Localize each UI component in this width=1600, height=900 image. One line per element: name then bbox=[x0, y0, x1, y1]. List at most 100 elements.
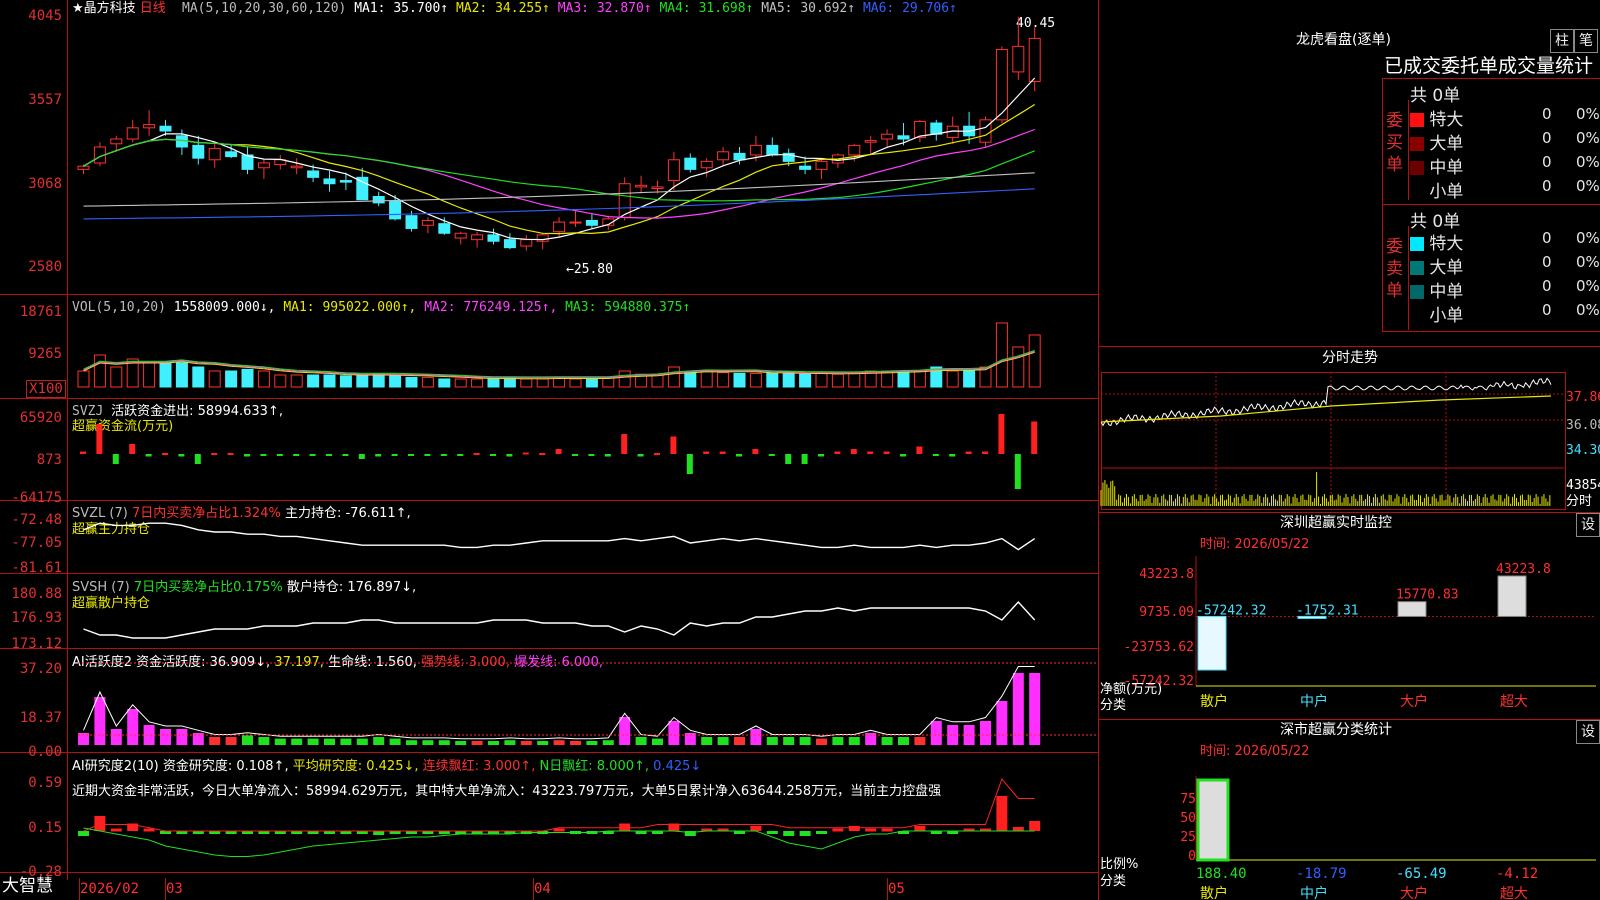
activity-bar bbox=[356, 738, 368, 745]
volume-bar bbox=[208, 370, 221, 388]
volume-bar bbox=[323, 374, 336, 388]
intraday-chart[interactable] bbox=[1100, 372, 1564, 508]
legend-swatch bbox=[1410, 285, 1424, 299]
candle-body bbox=[208, 148, 221, 161]
volume-bar bbox=[356, 374, 369, 388]
fund-flow-bar bbox=[244, 454, 250, 457]
activity-bar bbox=[127, 709, 139, 745]
legend-swatch bbox=[1410, 137, 1424, 151]
fund-flow-bar bbox=[736, 454, 742, 457]
volume-bar bbox=[815, 372, 828, 388]
fund-flow-bar bbox=[768, 454, 775, 456]
candle-body bbox=[307, 170, 320, 178]
volume-bar bbox=[372, 373, 385, 388]
order-stat-row: 特大 bbox=[1410, 229, 1463, 254]
class-tick: 50 bbox=[1180, 811, 1196, 826]
activity-bar bbox=[307, 738, 319, 745]
volume-bar bbox=[995, 322, 1008, 388]
activity-bar bbox=[750, 729, 762, 745]
class-category: 分类 bbox=[1100, 874, 1127, 889]
monitor-bar bbox=[1397, 601, 1427, 617]
volume-bar bbox=[536, 378, 549, 388]
monitor-bar bbox=[1197, 615, 1227, 671]
intraday-tick: 36.08 bbox=[1566, 418, 1600, 433]
fund-flow-bar bbox=[391, 454, 398, 456]
ma-line bbox=[83, 77, 1036, 241]
class-tick: 75 bbox=[1180, 792, 1196, 807]
volume-bar bbox=[93, 354, 106, 388]
fund-flow-bar bbox=[293, 454, 300, 456]
research-red-line bbox=[83, 778, 1035, 832]
fund-flow-bar bbox=[80, 451, 86, 454]
stats-divider bbox=[1408, 100, 1409, 200]
date-label: 03 bbox=[166, 881, 183, 897]
research-bar bbox=[865, 828, 877, 832]
candlestick-chart[interactable] bbox=[0, 0, 1098, 294]
candle-body bbox=[405, 215, 418, 229]
column-view-button[interactable]: 柱 bbox=[1550, 29, 1574, 53]
volume-bar bbox=[1012, 346, 1025, 388]
candle-body bbox=[356, 176, 369, 201]
volume-bar bbox=[1028, 334, 1041, 388]
order-type-label: 小单 bbox=[1424, 306, 1464, 326]
brand-label[interactable]: 大智慧 bbox=[2, 878, 53, 895]
fund-flow-bar bbox=[949, 454, 956, 457]
activity-bar bbox=[799, 737, 811, 745]
research-bar bbox=[914, 826, 926, 831]
candle-body bbox=[110, 138, 123, 145]
activity-bar bbox=[586, 741, 598, 745]
buy-side-label: 委买单 bbox=[1386, 111, 1403, 175]
candle-body bbox=[553, 221, 566, 233]
volume-bar bbox=[143, 362, 156, 388]
fund-flow-bar bbox=[555, 449, 562, 454]
intraday-tick: 37.86 bbox=[1566, 390, 1600, 405]
fund-flow-bar bbox=[883, 451, 890, 454]
order-stat-row: 中单 bbox=[1410, 153, 1463, 178]
fund-flow-bar bbox=[900, 454, 906, 457]
activity-bar bbox=[504, 740, 516, 745]
order-percent: 0% bbox=[1576, 129, 1600, 147]
order-percent: 0% bbox=[1576, 153, 1600, 171]
activity-bar bbox=[488, 741, 499, 745]
monitor-settings-button[interactable]: 设 bbox=[1576, 513, 1600, 537]
order-count: 0 bbox=[1542, 105, 1552, 123]
monitor-tick: -23753.62 bbox=[1123, 640, 1194, 655]
fund-flow-bar bbox=[194, 454, 201, 464]
monitor-tick: 9735.09 bbox=[1139, 605, 1194, 620]
candle-body bbox=[372, 196, 385, 204]
volume-bar bbox=[766, 372, 779, 388]
legend-swatch bbox=[1410, 237, 1424, 251]
monitor-category-label: 大户 bbox=[1400, 693, 1428, 710]
fund-flow-bar bbox=[539, 453, 546, 455]
volume-bar bbox=[946, 370, 959, 388]
order-stat-row: 大单 bbox=[1410, 253, 1463, 278]
candle-body bbox=[881, 133, 894, 140]
research-bar bbox=[78, 831, 89, 836]
stats-title: 已成交委托单成交量统计 bbox=[1384, 55, 1594, 77]
monitor-title: 深圳超赢实时监控 bbox=[1280, 515, 1392, 531]
monitor-bar-value: -57242.32 bbox=[1196, 603, 1266, 618]
volume-bar bbox=[831, 373, 844, 388]
monitor-tick: 43223.8 bbox=[1139, 567, 1194, 582]
activity-bar bbox=[225, 737, 237, 745]
candle-body bbox=[471, 234, 484, 241]
volume-bar bbox=[175, 362, 188, 388]
fund-flow-chart bbox=[80, 414, 1038, 489]
research-bar bbox=[799, 831, 811, 836]
candle-body bbox=[667, 159, 680, 182]
tick-view-button[interactable]: 笔 bbox=[1574, 29, 1598, 53]
fund-flow-bar bbox=[785, 454, 792, 464]
class-settings-button[interactable]: 设 bbox=[1576, 720, 1600, 744]
stats-divider bbox=[1408, 226, 1409, 330]
volume-bar bbox=[339, 375, 352, 388]
activity-bar bbox=[455, 741, 467, 745]
activity-bar bbox=[110, 729, 122, 745]
class-category-label: 大户 bbox=[1400, 885, 1428, 900]
fund-flow-bar bbox=[178, 454, 185, 457]
activity-bar bbox=[832, 737, 844, 745]
order-percent: 0% bbox=[1576, 277, 1600, 295]
research-bar bbox=[783, 831, 795, 836]
candle-body bbox=[257, 162, 270, 169]
fund-flow-bar bbox=[1014, 454, 1021, 489]
order-stat-row: 中单 bbox=[1410, 277, 1463, 302]
